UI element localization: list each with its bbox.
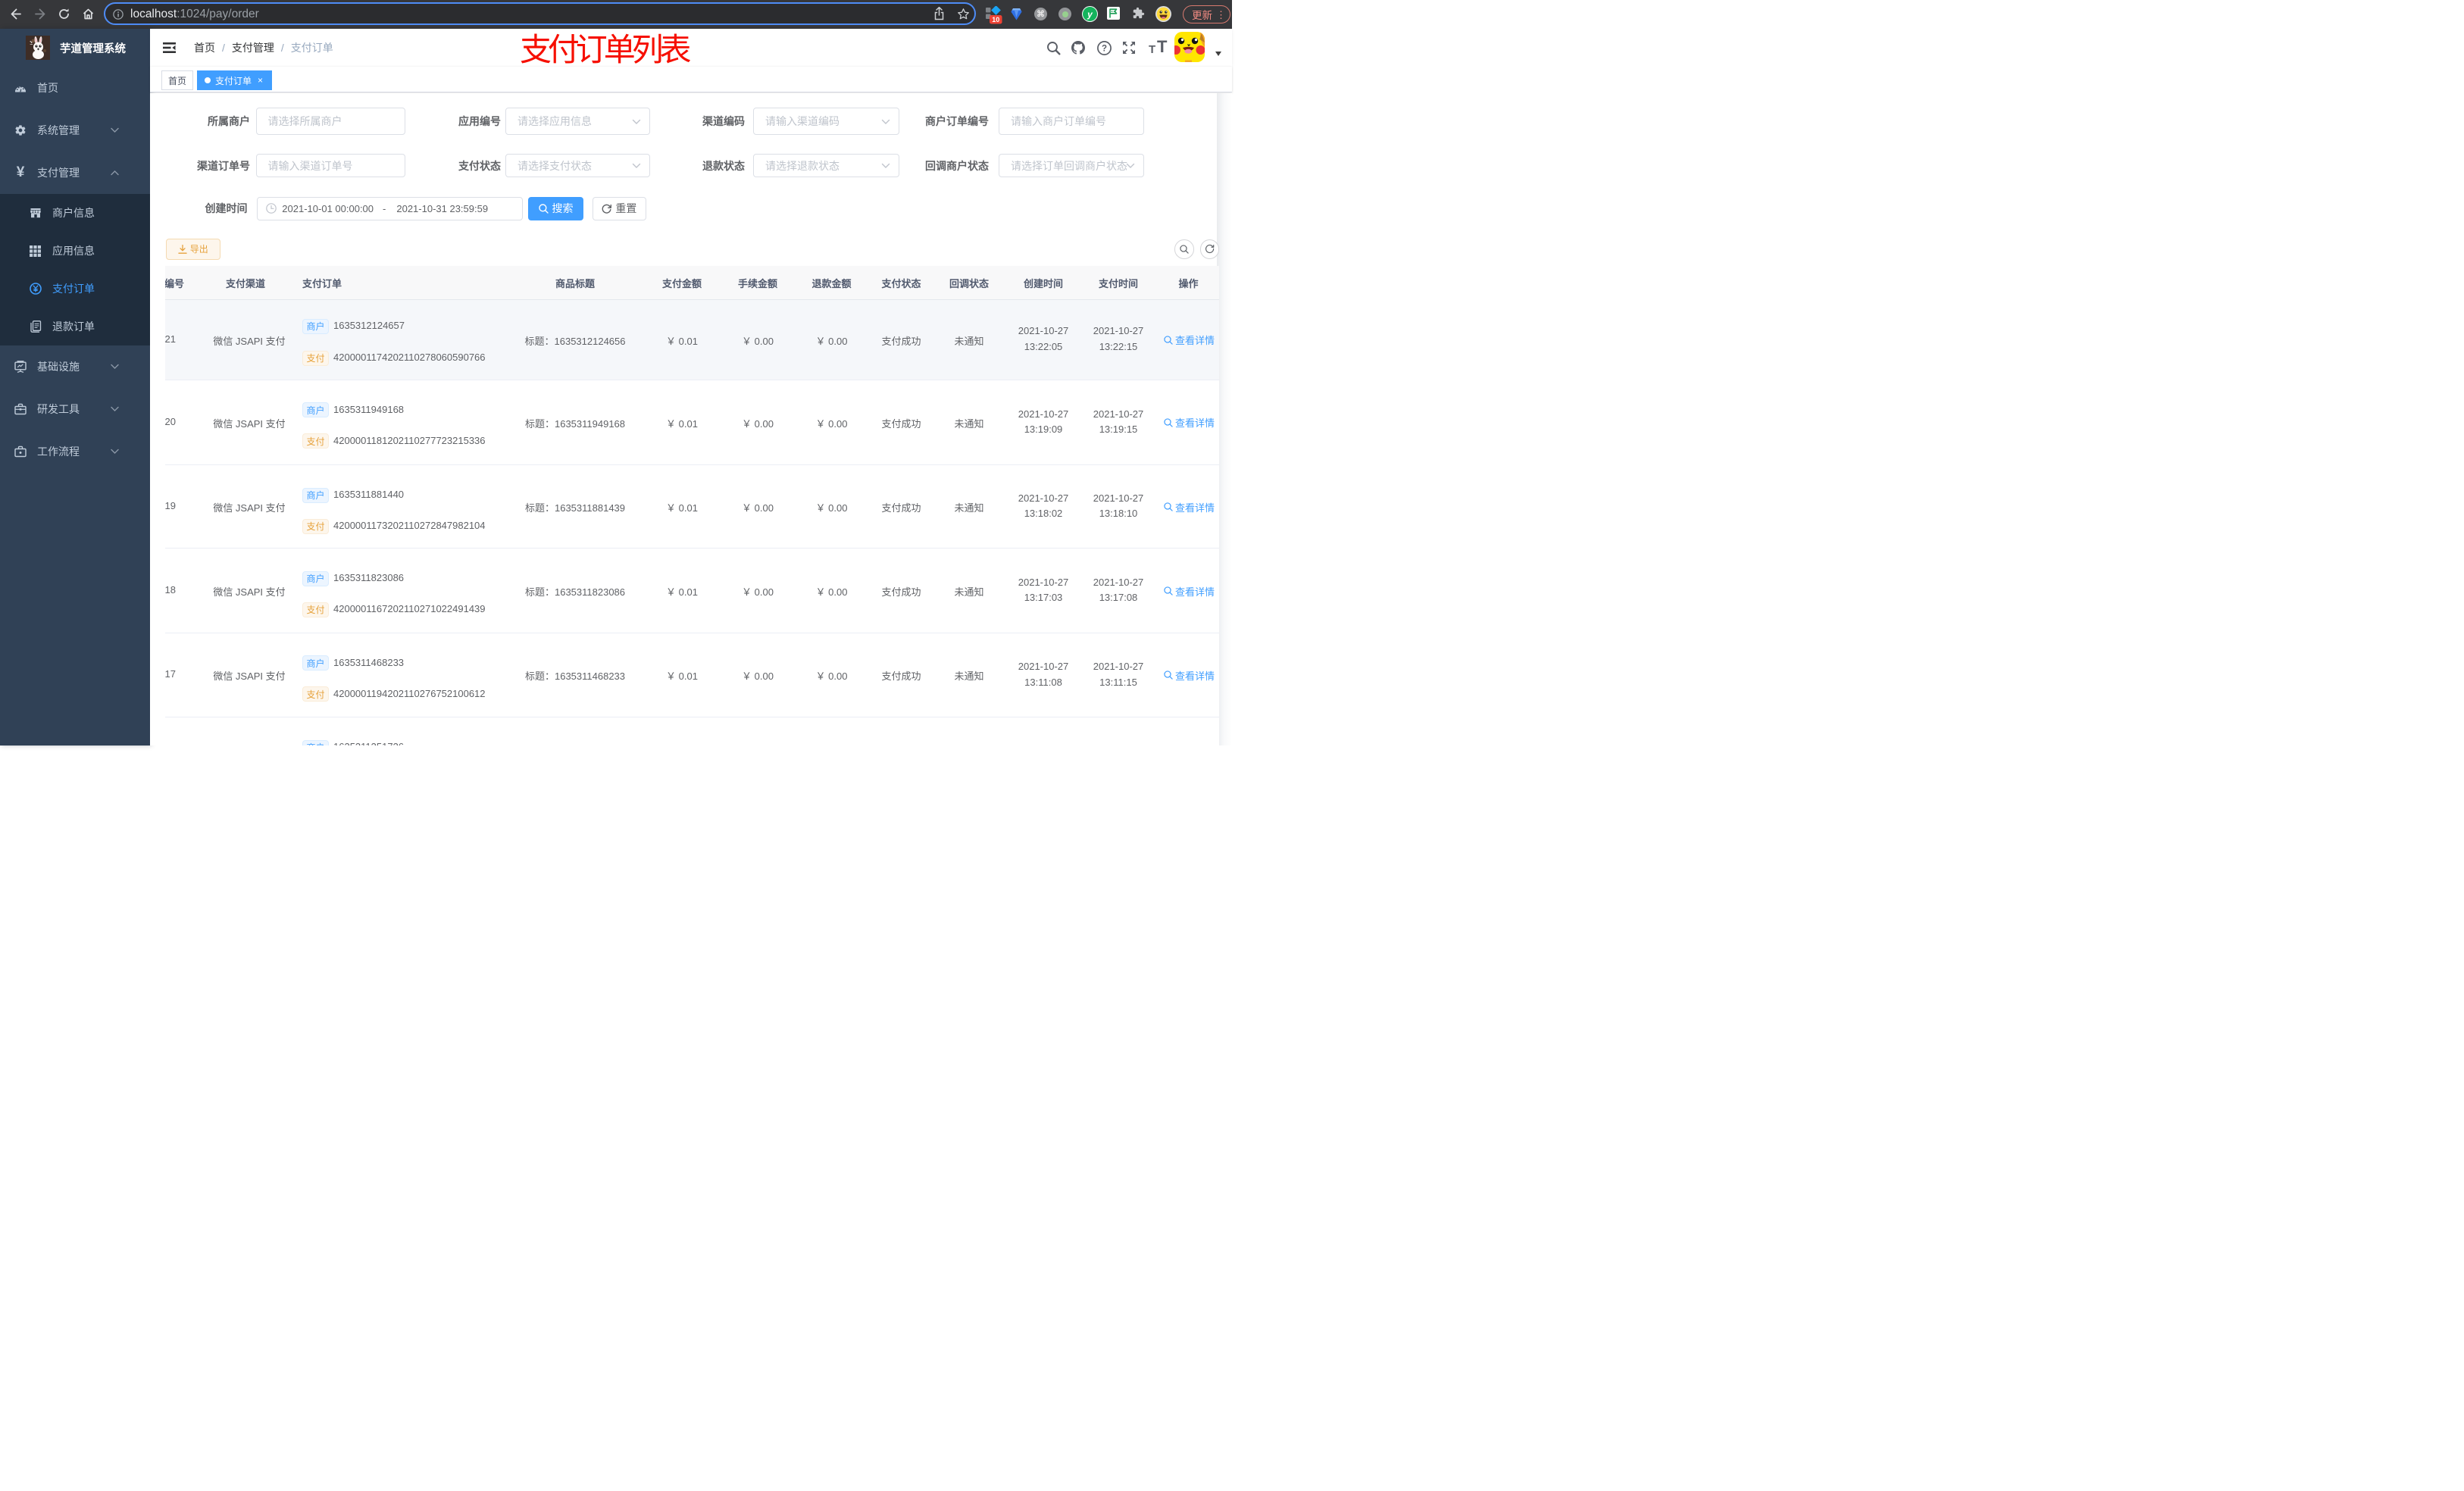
svg-text:?: ? (1102, 45, 1107, 54)
svg-text:10: 10 (992, 16, 999, 23)
